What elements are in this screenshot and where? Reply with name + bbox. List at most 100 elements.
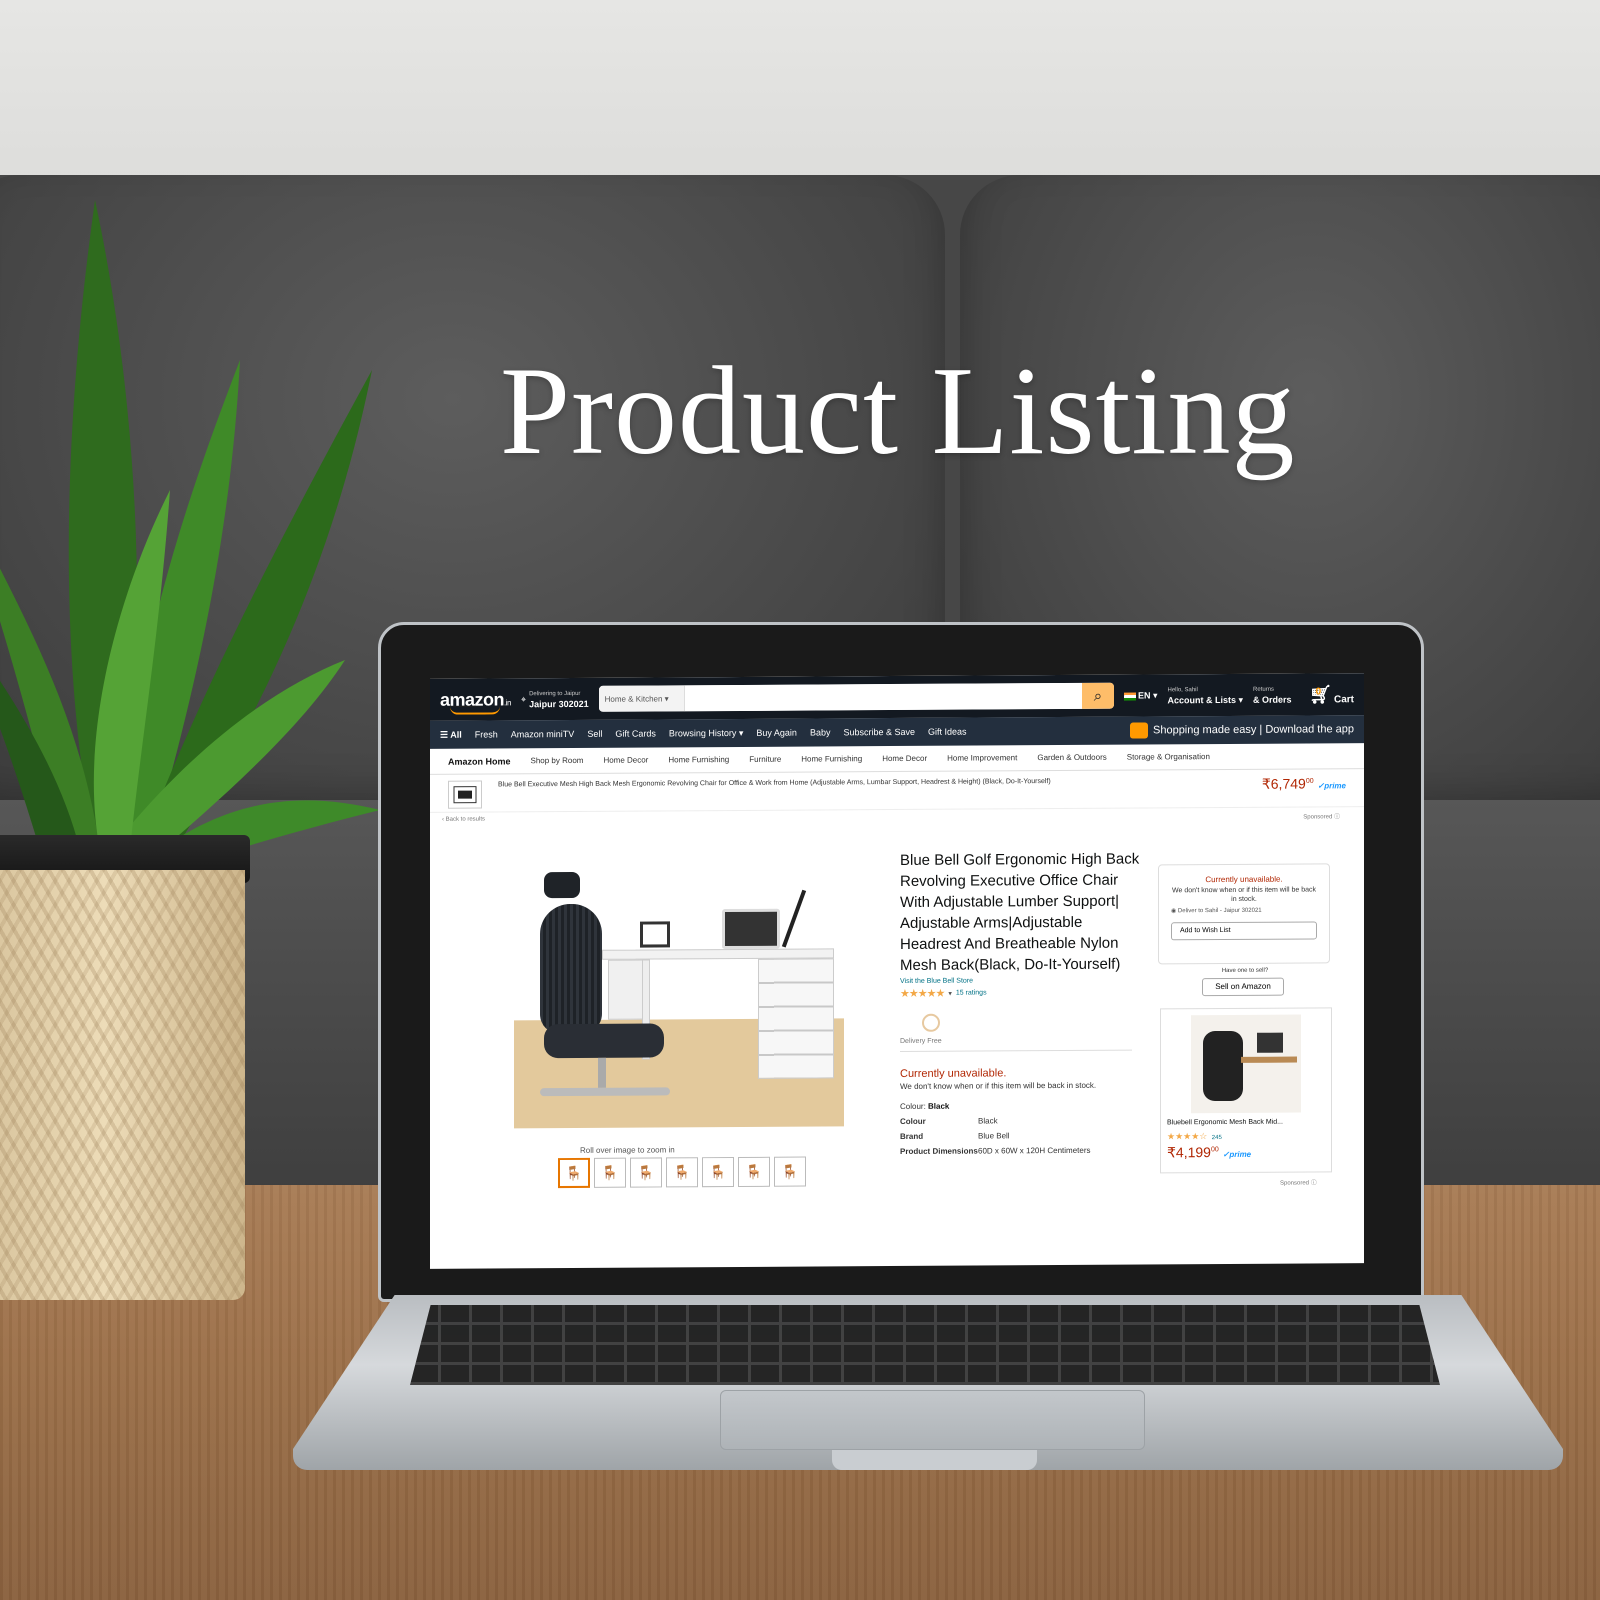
category-item[interactable]: Furniture xyxy=(749,755,781,764)
category-item[interactable]: Garden & Outdoors xyxy=(1037,753,1106,762)
logo-text: amazon xyxy=(440,688,505,710)
search-category-select[interactable]: Home & Kitchen ▾ xyxy=(598,685,685,712)
availability-status: Currently unavailable. xyxy=(900,1067,1007,1080)
spec-value: Black xyxy=(978,1116,998,1126)
nav-item[interactable]: Sell xyxy=(587,729,602,739)
buy-box: Currently unavailable. We don't know whe… xyxy=(1158,863,1330,965)
deliver-to[interactable]: ⌖ Delivering to Jaipur Jaipur 302021 xyxy=(521,689,589,709)
thumbnail[interactable]: 🪑 xyxy=(558,1157,590,1189)
category-item[interactable]: Amazon Home xyxy=(448,756,511,766)
spec-value: 60D x 60W x 120H Centimeters xyxy=(978,1145,1091,1156)
all-menu-button[interactable]: ☰ All xyxy=(440,729,462,740)
headline-title: Product Listing xyxy=(500,342,1296,481)
spec-row: Colour Black xyxy=(900,1116,1140,1126)
category-item[interactable]: Home Decor xyxy=(882,754,927,763)
sponsored-price: ₹6,74900 ✓prime xyxy=(1262,775,1346,793)
app-icon xyxy=(1130,722,1148,739)
chair-headrest xyxy=(544,871,580,899)
nav-item[interactable]: Subscribe & Save xyxy=(843,727,915,737)
color-label: Colour: xyxy=(900,1101,926,1111)
category-item[interactable]: Home Furnishing xyxy=(668,755,729,764)
thumbnail[interactable]: 🪑 xyxy=(774,1156,806,1187)
nav-item[interactable]: Baby xyxy=(810,727,831,737)
search-button[interactable]: ⌕ xyxy=(1081,682,1114,709)
app-promo-banner[interactable]: Shopping made easy | Download the app xyxy=(1130,721,1354,739)
language-select[interactable]: EN ▾ xyxy=(1123,690,1158,701)
product-main-image[interactable] xyxy=(514,871,844,1142)
thumbnail-strip: 🪑 🪑 🪑 🪑 🪑 🪑 🪑 xyxy=(558,1156,806,1189)
rec-desk xyxy=(1241,1056,1297,1063)
recommended-product-image[interactable] xyxy=(1191,1014,1301,1114)
laptop-notch xyxy=(832,1450,1037,1470)
add-to-wishlist-button[interactable]: Add to Wish List xyxy=(1171,921,1317,941)
cart-count: 0 xyxy=(1315,685,1322,697)
cart-button[interactable]: 0 🛒︎ Cart xyxy=(1302,684,1354,705)
sell-prompt: Have one to sell? xyxy=(1221,967,1269,975)
sponsored-product-title[interactable]: Blue Bell Executive Mesh High Back Mesh … xyxy=(498,776,1246,790)
recommended-product-card[interactable]: Bluebell Ergonomic Mesh Back Mid... ★★★★… xyxy=(1160,1007,1332,1174)
product-title: Blue Bell Golf Ergonomic High Back Revol… xyxy=(900,850,1140,974)
product-rating[interactable]: ★★★★★ ▾ 15 ratings xyxy=(900,986,1140,1000)
spec-label: Colour xyxy=(900,1116,926,1126)
recommended-price: ₹4,19900 ✓prime xyxy=(1167,1143,1325,1161)
thumbnail[interactable]: 🪑 xyxy=(666,1157,698,1188)
store-link[interactable]: Visit the Blue Bell Store xyxy=(900,977,1140,985)
buybox-status: Currently unavailable. xyxy=(1205,874,1283,885)
rec-monitor xyxy=(1257,1032,1283,1053)
back-to-results-link[interactable]: ‹ Back to results xyxy=(442,817,485,823)
category-item[interactable]: Home Decor xyxy=(603,756,648,765)
app-promo-text: Shopping made easy | Download the app xyxy=(1153,723,1354,737)
chair-seat xyxy=(544,1023,664,1059)
nav-item[interactable]: Buy Again xyxy=(756,728,797,738)
prime-badge: ✓prime xyxy=(1222,1149,1252,1160)
plant-pot xyxy=(0,870,245,1300)
chair-pole xyxy=(598,1057,606,1088)
sponsored-price-sup: 00 xyxy=(1305,777,1314,785)
availability-note: We don't know when or if this item will … xyxy=(900,1080,1097,1091)
category-item[interactable]: Storage & Organisation xyxy=(1127,752,1210,762)
chair-base xyxy=(540,1087,670,1097)
language-label: EN xyxy=(1137,690,1151,701)
category-item[interactable]: Home Improvement xyxy=(947,753,1017,762)
buybox-note: We don't know when or if this item will … xyxy=(1172,886,1316,903)
category-item[interactable]: Home Furnishing xyxy=(801,754,862,763)
thumbnail[interactable]: 🪑 xyxy=(594,1157,626,1188)
delivery-badge-icon xyxy=(922,1013,940,1032)
nav-item[interactable]: Gift Cards xyxy=(615,728,656,738)
deliver-line2: Jaipur 302021 xyxy=(529,698,589,710)
deliver-line1: Delivering to Jaipur xyxy=(529,690,581,698)
image-desk xyxy=(602,889,834,1079)
star-rating-icon: ★★★★☆ xyxy=(1167,1131,1208,1142)
rating-count[interactable]: 15 ratings xyxy=(956,989,987,996)
nav-item[interactable]: Browsing History ▾ xyxy=(669,727,744,738)
amazon-logo[interactable]: amazon.in xyxy=(440,689,511,710)
search-bar: Home & Kitchen ▾ ⌕ xyxy=(598,682,1114,712)
sponsored-label[interactable]: Sponsored ⓘ xyxy=(1303,811,1340,820)
sell-on-amazon-button[interactable]: Sell on Amazon xyxy=(1202,977,1284,997)
prime-badge: ✓prime xyxy=(1317,781,1347,791)
sponsored-product-bar[interactable]: Blue Bell Executive Mesh High Back Mesh … xyxy=(430,769,1364,813)
spec-label: Brand xyxy=(900,1131,924,1141)
desk-lamp xyxy=(781,889,807,948)
product-content: ‹ Back to results Sponsored ⓘ Roll over … xyxy=(430,807,1364,1269)
thumbnail[interactable]: 🪑 xyxy=(630,1157,662,1188)
search-input[interactable] xyxy=(684,682,1082,712)
thumbnail[interactable]: 🪑 xyxy=(702,1156,734,1188)
spec-row: Brand Blue Bell xyxy=(900,1131,1140,1141)
nav-item[interactable]: Fresh xyxy=(475,729,498,739)
spec-value: Blue Bell xyxy=(978,1131,1010,1141)
chair-back xyxy=(540,903,602,1035)
spec-row: Product Dimensions 60D x 60W x 120H Cent… xyxy=(900,1146,1140,1156)
nav-item[interactable]: Amazon miniTV xyxy=(511,729,575,739)
sponsored-label[interactable]: Sponsored ⓘ xyxy=(1280,1177,1317,1186)
nav-item[interactable]: Gift Ideas xyxy=(928,727,967,737)
brand-logo-icon xyxy=(448,780,482,809)
category-item[interactable]: Shop by Room xyxy=(531,756,584,765)
returns-orders[interactable]: Returns & Orders xyxy=(1253,685,1292,705)
rec-chair xyxy=(1203,1030,1243,1102)
account-lists[interactable]: Hello, Sahil Account & Lists ▾ xyxy=(1168,685,1244,705)
buybox-delivery-location[interactable]: ◉ Deliver to Sahil - Jaipur 302021 xyxy=(1171,906,1317,915)
product-details: Blue Bell Golf Ergonomic High Back Revol… xyxy=(900,849,1140,1156)
search-category-label: Home & Kitchen xyxy=(604,693,663,704)
thumbnail[interactable]: 🪑 xyxy=(738,1156,770,1187)
